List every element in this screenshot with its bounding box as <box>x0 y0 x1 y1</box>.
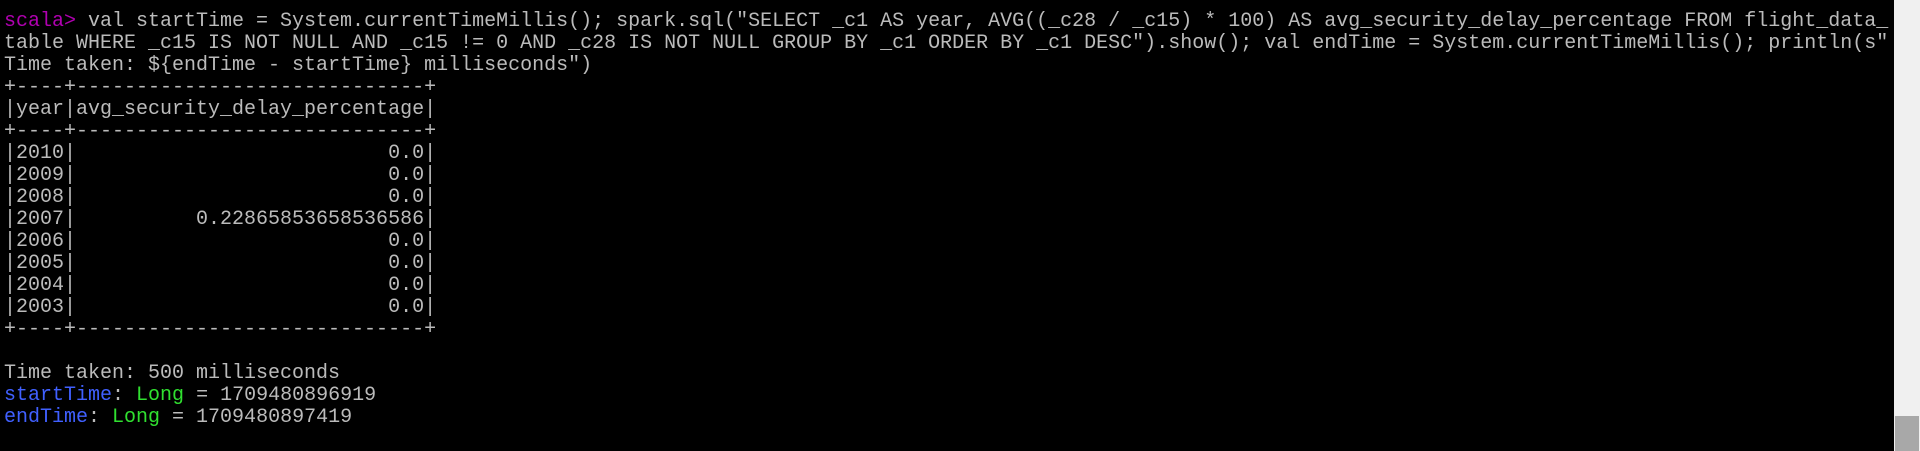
command-line-2: table WHERE _c15 IS NOT NULL AND _c15 !=… <box>4 32 1889 55</box>
time-taken: Time taken: 500 milliseconds <box>4 362 341 385</box>
scala-prompt: scala> <box>4 10 77 33</box>
table-border-top: +----+-----------------------------+ <box>4 76 437 99</box>
table-row: |2004| 0.0| <box>4 274 437 297</box>
table-row: |2006| 0.0| <box>4 230 437 253</box>
result-end-time: endTime: Long = 1709480897419 <box>4 407 1892 429</box>
separator: : <box>112 384 137 407</box>
var-name: startTime <box>4 384 113 407</box>
var-value: = 1709480896919 <box>184 384 377 407</box>
command-text: val startTime = System.currentTimeMillis… <box>76 10 1889 33</box>
table-row: |2009| 0.0| <box>4 164 437 187</box>
var-type: Long <box>112 406 161 429</box>
command-line-3: Time taken: ${endTime - startTime} milli… <box>4 54 593 77</box>
table-border-bottom: +----+-----------------------------+ <box>4 318 437 341</box>
command-line-1: scala> val startTime = System.currentTim… <box>4 11 1892 33</box>
result-start-time: startTime: Long = 1709480896919 <box>4 385 1892 407</box>
table-row: |2005| 0.0| <box>4 252 437 275</box>
vertical-scrollbar[interactable] <box>1894 0 1920 451</box>
scrollbar-thumb[interactable] <box>1895 416 1919 451</box>
table-border-mid: +----+-----------------------------+ <box>4 120 437 143</box>
table-row: |2003| 0.0| <box>4 296 437 319</box>
table-header: |year|avg_security_delay_percentage| <box>4 98 437 121</box>
var-value: = 1709480897419 <box>160 406 353 429</box>
terminal-output[interactable]: scala> val startTime = System.currentTim… <box>4 11 1892 429</box>
table-row: |2007| 0.22865853658536586| <box>4 208 437 231</box>
table-row: |2010| 0.0| <box>4 142 437 165</box>
var-name: endTime <box>4 406 89 429</box>
separator: : <box>88 406 113 429</box>
table-row: |2008| 0.0| <box>4 186 437 209</box>
var-type: Long <box>136 384 185 407</box>
